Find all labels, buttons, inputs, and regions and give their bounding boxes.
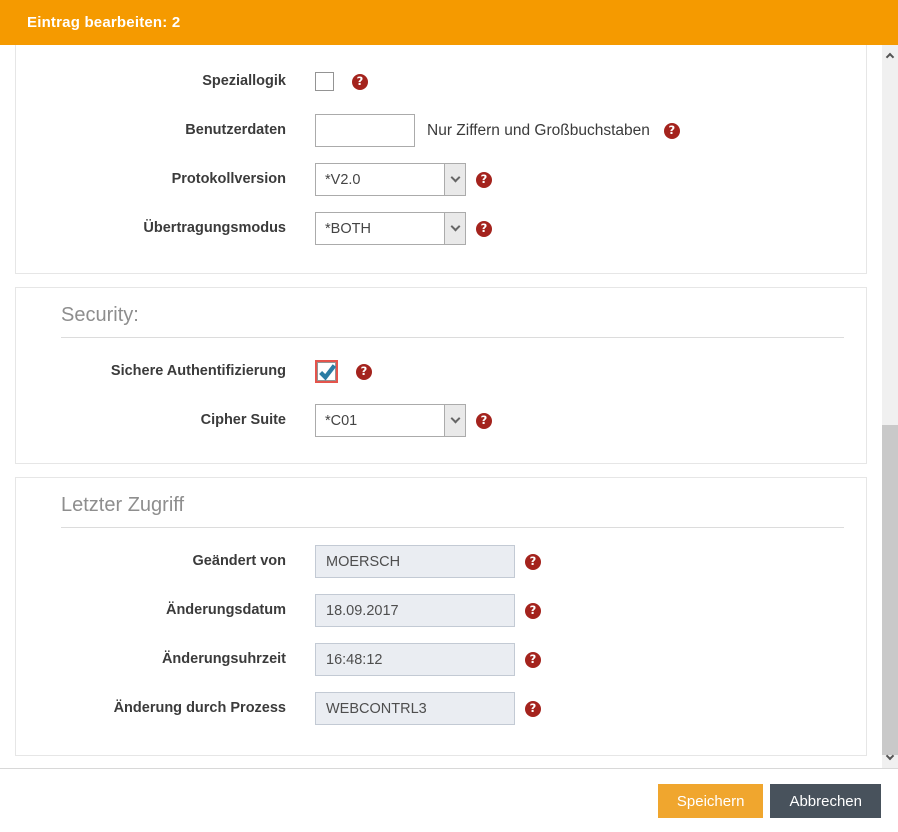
dialog-header: Eintrag bearbeiten: 2 [0, 0, 898, 45]
last-access-heading: Letzter Zugriff [61, 494, 844, 528]
help-icon[interactable]: ? [525, 603, 541, 619]
help-icon[interactable]: ? [476, 221, 492, 237]
cipher-suite-label: Cipher Suite [16, 411, 286, 429]
aenderungsuhrzeit-label: Änderungsuhrzeit [16, 650, 286, 668]
chevron-down-icon [444, 164, 465, 195]
chevron-down-icon [886, 751, 894, 759]
uebertragungsmodus-row: Übertragungsmodus *BOTH ? [16, 212, 866, 245]
dialog-title: Eintrag bearbeiten: 2 [27, 14, 180, 31]
speziallogik-row: Speziallogik ? [16, 65, 866, 98]
panel-general: Speziallogik ? Benutzerdaten Nur Ziffern… [15, 45, 867, 274]
aenderung-durch-prozess-control: ? [315, 692, 541, 725]
uebertragungsmodus-select[interactable]: *BOTH [315, 212, 466, 245]
vertical-scrollbar[interactable] [882, 45, 898, 768]
dialog-body: Speziallogik ? Benutzerdaten Nur Ziffern… [0, 45, 898, 768]
sichere-authentifizierung-control: ? [315, 360, 372, 383]
aenderungsuhrzeit-input [315, 643, 515, 676]
protokollversion-select[interactable]: *V2.0 [315, 163, 466, 196]
sichere-authentifizierung-row: Sichere Authentifizierung ? [16, 355, 866, 388]
aenderung-durch-prozess-label: Änderung durch Prozess [16, 699, 286, 717]
checkbox-highlight-ring [315, 360, 338, 383]
geaendert-von-control: ? [315, 545, 541, 578]
help-icon[interactable]: ? [664, 123, 680, 139]
geaendert-von-label: Geändert von [16, 552, 286, 570]
aenderungsdatum-label: Änderungsdatum [16, 601, 286, 619]
help-icon[interactable]: ? [476, 172, 492, 188]
protokollversion-label: Protokollversion [16, 170, 286, 188]
panel-last-access: Letzter Zugriff Geändert von ? Änderungs… [15, 477, 867, 756]
chevron-up-icon [886, 53, 894, 61]
cipher-suite-row: Cipher Suite *C01 ? [16, 404, 866, 437]
uebertragungsmodus-label: Übertragungsmodus [16, 219, 286, 237]
aenderungsdatum-input [315, 594, 515, 627]
chevron-down-icon [444, 213, 465, 244]
help-icon[interactable]: ? [525, 701, 541, 717]
protokollversion-row: Protokollversion *V2.0 ? [16, 163, 866, 196]
scrollbar-thumb[interactable] [882, 425, 898, 755]
aenderungsuhrzeit-control: ? [315, 643, 541, 676]
help-icon[interactable]: ? [476, 413, 492, 429]
security-heading: Security: [61, 304, 844, 338]
benutzerdaten-label: Benutzerdaten [16, 121, 286, 139]
aenderungsdatum-control: ? [315, 594, 541, 627]
aenderung-durch-prozess-input [315, 692, 515, 725]
security-rows: Sichere Authentifizierung ? [16, 355, 866, 437]
benutzerdaten-input[interactable] [315, 114, 415, 147]
geaendert-von-input [315, 545, 515, 578]
checkmark-icon [319, 364, 336, 381]
select-value: *C01 [316, 405, 444, 436]
help-icon[interactable]: ? [525, 554, 541, 570]
select-value: *BOTH [316, 213, 444, 244]
protokollversion-control: *V2.0 ? [315, 163, 492, 196]
sichere-authentifizierung-label: Sichere Authentifizierung [16, 362, 286, 380]
speziallogik-label: Speziallogik [16, 72, 286, 90]
save-button[interactable]: Speichern [658, 784, 764, 818]
benutzerdaten-row: Benutzerdaten Nur Ziffern und Großbuchst… [16, 114, 866, 147]
aenderungsdatum-row: Änderungsdatum ? [16, 594, 866, 627]
sichere-authentifizierung-checkbox[interactable] [317, 362, 336, 381]
cipher-suite-control: *C01 ? [315, 404, 492, 437]
help-icon[interactable]: ? [356, 364, 372, 380]
dialog-footer: Speichern Abbrechen [0, 768, 898, 832]
edit-entry-dialog: Eintrag bearbeiten: 2 Speziallogik ? Ben… [0, 0, 898, 832]
cancel-button[interactable]: Abbrechen [770, 784, 881, 818]
aenderung-durch-prozess-row: Änderung durch Prozess ? [16, 692, 866, 725]
uebertragungsmodus-control: *BOTH ? [315, 212, 492, 245]
help-icon[interactable]: ? [525, 652, 541, 668]
aenderungsuhrzeit-row: Änderungsuhrzeit ? [16, 643, 866, 676]
help-icon[interactable]: ? [352, 74, 368, 90]
speziallogik-checkbox[interactable] [315, 72, 334, 91]
cipher-suite-select[interactable]: *C01 [315, 404, 466, 437]
chevron-down-icon [444, 405, 465, 436]
select-value: *V2.0 [316, 164, 444, 195]
benutzerdaten-control: Nur Ziffern und Großbuchstaben ? [315, 114, 680, 147]
speziallogik-control: ? [315, 72, 368, 91]
benutzerdaten-hint: Nur Ziffern und Großbuchstaben [427, 122, 650, 140]
scroll-up-button[interactable] [882, 47, 898, 64]
panel-security: Security: Sichere Authentifizierung ? [15, 287, 867, 464]
last-access-rows: Geändert von ? Änderungsdatum ? Änderung… [16, 545, 866, 725]
scroll-down-button[interactable] [882, 749, 898, 766]
geaendert-von-row: Geändert von ? [16, 545, 866, 578]
